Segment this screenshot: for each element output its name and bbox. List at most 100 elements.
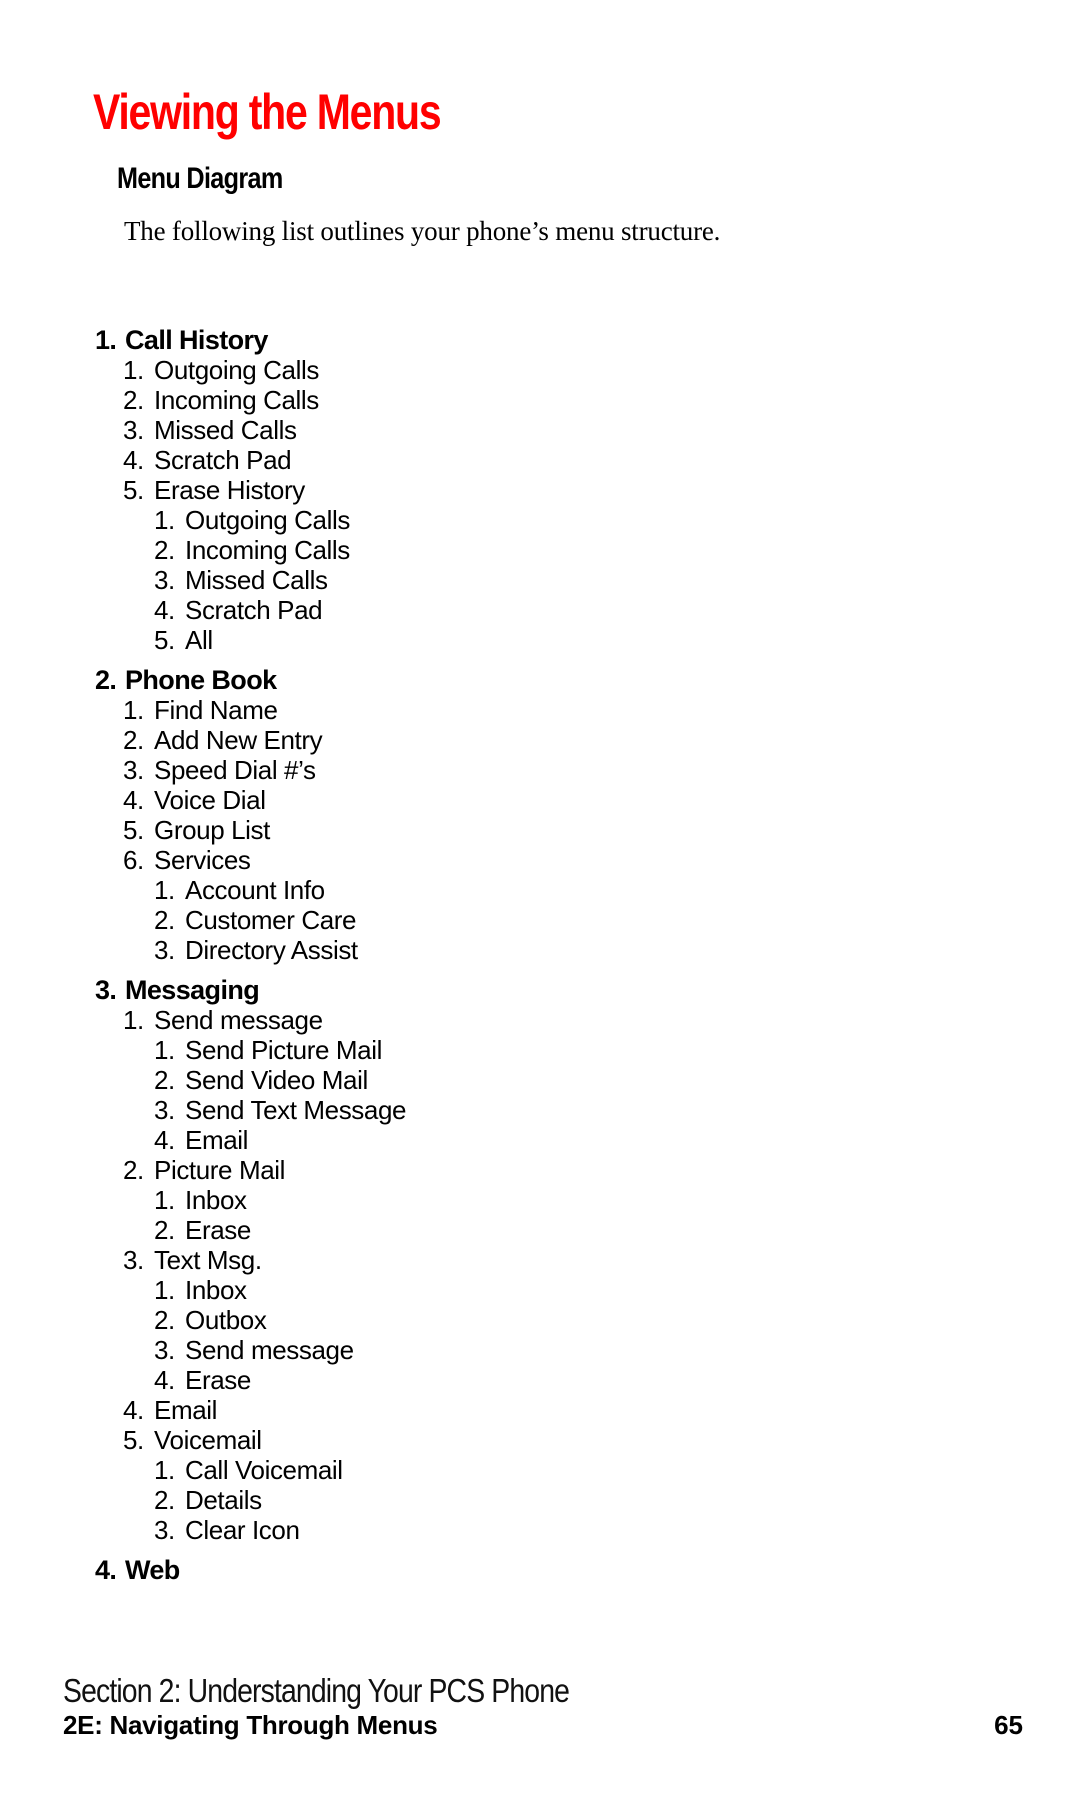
item-number: 5. xyxy=(123,815,144,845)
item-number: 2. xyxy=(154,1305,175,1335)
item-number: 1. xyxy=(95,325,117,355)
item-label: Send message xyxy=(185,1335,354,1365)
submenu-item: 2. Add New Entry xyxy=(95,725,406,755)
footer-chapter-title: 2E: Navigating Through Menus xyxy=(63,1710,438,1740)
item-number: 3. xyxy=(154,1095,175,1125)
item-number: 2. xyxy=(154,905,175,935)
item-number: 1. xyxy=(154,1185,175,1215)
submenu-list: 1. Send message 1. Send Picture Mail 2. Sen… xyxy=(95,1005,406,1545)
menu-item-phone-book: 2. Phone Book 1. Find Name 2. Add New Entr… xyxy=(95,665,406,965)
item-label: Incoming Calls xyxy=(154,385,319,415)
item-label: Erase xyxy=(185,1215,251,1245)
item-number: 4. xyxy=(123,1395,144,1425)
item-label: Directory Assist xyxy=(185,935,358,965)
item-label: Send Picture Mail xyxy=(185,1035,382,1065)
menu-diagram-list: 1. Call History 1. Outgoing Calls 2. Incom… xyxy=(95,325,406,1585)
item-label: Call Voicemail xyxy=(185,1455,343,1485)
subsubmenu-item: 1. Outgoing Calls xyxy=(95,505,406,535)
section-heading-menu-diagram: Menu Diagram xyxy=(117,162,283,195)
item-number: 3. xyxy=(123,415,144,445)
item-number: 4. xyxy=(154,1365,175,1395)
item-label: Send Text Message xyxy=(185,1095,407,1125)
item-number: 3. xyxy=(154,935,175,965)
item-label: Erase xyxy=(185,1365,251,1395)
item-number: 4. xyxy=(123,785,144,815)
subsubmenu-item: 2. Details xyxy=(95,1485,406,1515)
subsubmenu-item: 4. Scratch Pad xyxy=(95,595,406,625)
item-label: Voice Dial xyxy=(154,785,266,815)
submenu-item: 4. Email xyxy=(95,1395,406,1425)
subsubmenu-item: 2. Customer Care xyxy=(95,905,406,935)
subsubmenu-item: 2. Send Video Mail xyxy=(95,1065,406,1095)
submenu-item: 2. Picture Mail xyxy=(95,1155,406,1185)
item-label: All xyxy=(185,625,213,655)
item-number: 2. xyxy=(123,725,144,755)
item-number: 1. xyxy=(123,355,144,385)
item-number: 1. xyxy=(123,695,144,725)
subsubmenu-item: 2. Incoming Calls xyxy=(95,535,406,565)
item-number: 1. xyxy=(154,1275,175,1305)
item-label: Messaging xyxy=(125,975,260,1005)
item-label: Clear Icon xyxy=(185,1515,300,1545)
item-label: Scratch Pad xyxy=(185,595,323,625)
item-label: Inbox xyxy=(185,1275,247,1305)
item-number: 4. xyxy=(95,1555,117,1585)
submenu-item: 4. Scratch Pad xyxy=(95,445,406,475)
submenu-item: 5. Group List xyxy=(95,815,406,845)
subsubmenu-item: 1. Call Voicemail xyxy=(95,1455,406,1485)
item-number: 2. xyxy=(154,1485,175,1515)
item-number: 3. xyxy=(154,1515,175,1545)
submenu-item: 5. Erase History xyxy=(95,475,406,505)
item-number: 1. xyxy=(154,505,175,535)
menu-item-web: 4. Web xyxy=(95,1555,406,1585)
item-label: Customer Care xyxy=(185,905,357,935)
subsubmenu-item: 5. All xyxy=(95,625,406,655)
submenu-list: 1. Find Name 2. Add New Entry 3. Speed Dial… xyxy=(95,695,406,965)
subsubmenu-item: 4. Erase xyxy=(95,1365,406,1395)
item-label: Outgoing Calls xyxy=(185,505,350,535)
item-number: 2. xyxy=(123,385,144,415)
item-label: Speed Dial #’s xyxy=(154,755,316,785)
item-number: 5. xyxy=(123,1425,144,1455)
item-number: 5. xyxy=(154,625,175,655)
item-label: Erase History xyxy=(154,475,305,505)
subsubmenu-item: 1. Account Info xyxy=(95,875,406,905)
item-label: Services xyxy=(154,845,251,875)
item-label: Email xyxy=(154,1395,218,1425)
submenu-item: 1. Send message xyxy=(95,1005,406,1035)
item-number: 2. xyxy=(154,1215,175,1245)
menu-row: 3. Messaging xyxy=(95,975,406,1005)
item-number: 1. xyxy=(154,1455,175,1485)
item-label: Send message xyxy=(154,1005,323,1035)
item-number: 1. xyxy=(123,1005,144,1035)
page-title: Viewing the Menus xyxy=(93,84,442,140)
item-label: Voicemail xyxy=(154,1425,262,1455)
item-number: 3. xyxy=(154,1335,175,1365)
subsubmenu-item: 3. Send message xyxy=(95,1335,406,1365)
menu-item-call-history: 1. Call History 1. Outgoing Calls 2. Incom… xyxy=(95,325,406,655)
subsubmenu-item: 3. Clear Icon xyxy=(95,1515,406,1545)
menu-row: 2. Phone Book xyxy=(95,665,406,695)
subsubmenu-item: 2. Outbox xyxy=(95,1305,406,1335)
intro-text: The following list outlines your phone’s… xyxy=(124,216,721,246)
item-label: Outgoing Calls xyxy=(154,355,319,385)
subsubmenu-item: 3. Missed Calls xyxy=(95,565,406,595)
submenu-item: 4. Voice Dial xyxy=(95,785,406,815)
item-label: Web xyxy=(125,1555,180,1585)
item-number: 2. xyxy=(154,1065,175,1095)
submenu-item: 1. Find Name xyxy=(95,695,406,725)
item-number: 5. xyxy=(123,475,144,505)
item-label: Outbox xyxy=(185,1305,267,1335)
item-label: Missed Calls xyxy=(154,415,297,445)
menu-item-messaging: 3. Messaging 1. Send message 1. Send Pictu… xyxy=(95,975,406,1545)
page-number: 65 xyxy=(994,1710,1023,1740)
item-label: Details xyxy=(185,1485,262,1515)
item-number: 1. xyxy=(154,1035,175,1065)
submenu-list: 1. Outgoing Calls 2. Incoming Calls 3. Miss… xyxy=(95,355,406,655)
subsubmenu-item: 1. Send Picture Mail xyxy=(95,1035,406,1065)
item-number: 2. xyxy=(154,535,175,565)
item-label: Find Name xyxy=(154,695,278,725)
item-label: Phone Book xyxy=(125,665,277,695)
item-label: Picture Mail xyxy=(154,1155,286,1185)
submenu-item: 3. Missed Calls xyxy=(95,415,406,445)
